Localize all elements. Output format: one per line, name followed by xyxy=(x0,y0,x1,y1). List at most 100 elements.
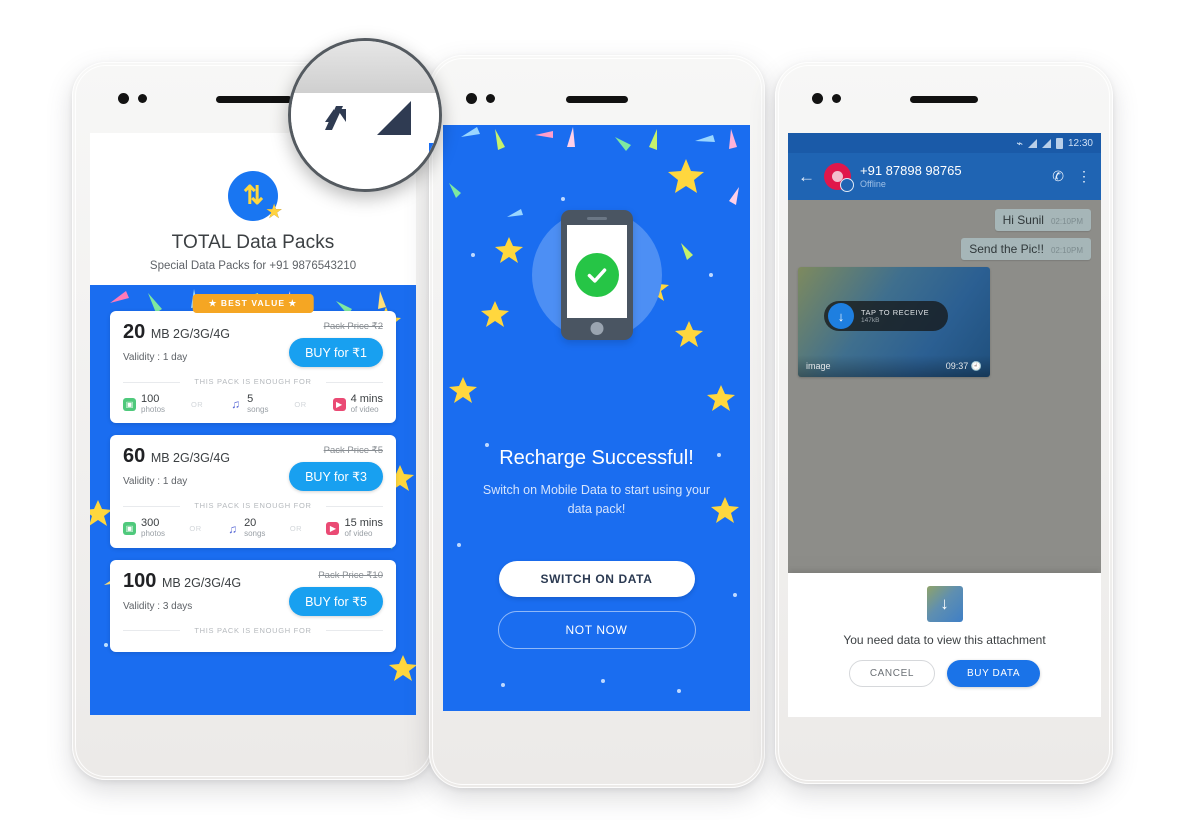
message-text: Send the Pic!! xyxy=(969,242,1044,256)
back-arrow-icon[interactable]: ← xyxy=(798,167,815,187)
music-note-icon: ♫ xyxy=(228,521,238,536)
clock-icon: 🕘 xyxy=(970,360,982,371)
magnifier-blue-edge xyxy=(429,143,439,189)
pack-card[interactable]: 60 MB 2G/3G/4G Validity : 1 day Pack Pri… xyxy=(110,435,396,548)
pack-card[interactable]: 100 MB 2G/3G/4G Validity : 3 days Pack P… xyxy=(110,559,396,652)
magnifier-bezel-region xyxy=(291,41,439,93)
music-note-icon: ♫ xyxy=(231,397,241,412)
phone-success-check-icon xyxy=(560,210,633,340)
sheet-message: You need data to view this attachment xyxy=(843,633,1046,647)
chat-bubble: Send the Pic!! 02:10PM xyxy=(961,238,1091,260)
pack-card[interactable]: 20 MB 2G/3G/4G Validity : 1 day Pack Pri… xyxy=(110,311,396,424)
hero-phone-home-button xyxy=(590,322,603,335)
contact-number: +91 87898 98765 xyxy=(860,163,962,179)
star-badge-glyph: ★ xyxy=(265,201,283,223)
data-transfer-star-icon: ⇅ ★ xyxy=(228,171,283,223)
page-subtitle: Special Data Packs for +91 9876543210 xyxy=(149,260,357,272)
attachment-footer: image 09:37 🕘 xyxy=(798,355,990,377)
success-hero xyxy=(443,125,750,455)
front-camera-dots-mid xyxy=(466,93,495,104)
usage-amount: 5 xyxy=(247,393,254,405)
usage-item-photos: ▣ 300 photos xyxy=(123,518,165,538)
buy-button[interactable]: BUY for ₹5 xyxy=(289,586,383,616)
chat-header-actions: ✆ ⋮ xyxy=(1052,168,1091,185)
or-separator: OR xyxy=(289,524,303,534)
image-attachment[interactable]: ↓ TAP TO RECEIVE 147kB image 09:37 🕘 xyxy=(798,267,990,377)
attachment-size: 147kB xyxy=(861,317,880,325)
or-separator: OR xyxy=(294,399,307,409)
enough-for-label: THIS PACK IS ENOUGH FOR xyxy=(123,377,383,386)
usage-row: ▣ 300 photos OR ♫ 20 songs OR ▶ 15 mins … xyxy=(123,518,383,538)
attachment-time: 09:37 🕘 xyxy=(945,360,982,371)
usage-label: songs xyxy=(247,404,269,414)
hero-phone-earpiece xyxy=(586,217,607,220)
best-value-badge: ★ BEST VALUE ★ xyxy=(192,294,314,313)
success-check-icon xyxy=(574,253,619,297)
tap-to-receive-label: TAP TO RECEIVE xyxy=(861,307,930,317)
usage-label: of video xyxy=(350,404,379,414)
usage-label: photos xyxy=(141,528,166,538)
not-now-button[interactable]: NOT NOW xyxy=(497,611,696,649)
enough-for-label: THIS PACK IS ENOUGH FOR xyxy=(123,501,383,510)
switch-on-data-button[interactable]: SWITCH ON DATA xyxy=(498,561,695,597)
bluetooth-off-icon: ⌁ xyxy=(1016,137,1023,150)
usage-label: songs xyxy=(244,528,266,538)
tap-to-receive-button[interactable]: ↓ TAP TO RECEIVE 147kB xyxy=(824,301,948,331)
message-meta: 02:10PM xyxy=(1050,246,1083,255)
usage-label: photos xyxy=(141,404,166,414)
usage-amount: 4 mins xyxy=(350,393,383,405)
message-text: Hi Sunil xyxy=(1002,213,1044,227)
earpiece-speaker-left xyxy=(216,96,292,103)
usage-amount: 100 xyxy=(141,393,160,405)
pack-size: 60 MB 2G/3G/4G xyxy=(123,445,231,468)
chat-header: ← +91 87898 98765 Offline ✆ ⋮ xyxy=(788,153,1101,200)
earpiece-speaker-right xyxy=(910,96,978,103)
photo-icon: ▣ xyxy=(123,397,136,411)
poster-stage: ⇅ ★ TOTAL Data Packs Special Data Packs … xyxy=(0,0,1180,820)
pack-validity: Validity : 1 day xyxy=(123,352,188,363)
magnifier-status-icons xyxy=(291,93,439,143)
chat-message-list: Hi Sunil 02:10PM Send the Pic!! 02:10PM … xyxy=(788,200,1101,556)
download-arrow-icon: ↓ xyxy=(926,586,963,622)
buy-data-bottom-sheet: ↓ You need data to view this attachment … xyxy=(788,573,1101,717)
success-subtitle: Switch on Mobile Data to start using you… xyxy=(482,483,711,517)
screen-recharge-success: Recharge Successful! Switch on Mobile Da… xyxy=(443,125,750,711)
phone-call-icon[interactable]: ✆ xyxy=(1052,168,1064,185)
attachment-caption: image xyxy=(806,361,831,371)
success-title: Recharge Successful! xyxy=(499,447,694,469)
contact-avatar-icon[interactable] xyxy=(824,163,854,192)
buy-button[interactable]: BUY for ₹3 xyxy=(289,462,383,492)
front-camera-dots-left xyxy=(118,93,147,104)
usage-item-photos: ▣ 100 photos xyxy=(123,393,166,414)
pack-validity: Validity : 3 days xyxy=(123,600,193,612)
pack-original-price: Pack Price ₹5 xyxy=(323,445,383,457)
usage-item-songs: ♫ 20 songs xyxy=(226,518,265,538)
pack-cards-container: 20 MB 2G/3G/4G Validity : 1 day Pack Pri… xyxy=(110,311,396,664)
enough-for-label: THIS PACK IS ENOUGH FOR xyxy=(123,626,383,635)
mobile-data-off-icon xyxy=(325,106,346,130)
screen-data-packs: ⇅ ★ TOTAL Data Packs Special Data Packs … xyxy=(90,133,416,715)
or-separator: OR xyxy=(190,399,204,409)
buy-data-button[interactable]: BUY DATA xyxy=(947,660,1041,687)
usage-item-video: ▶ 4 mins of video xyxy=(332,393,383,414)
pack-unit: MB 2G/3G/4G xyxy=(161,575,242,590)
pack-original-price: Pack Price ₹2 xyxy=(323,321,383,332)
or-separator: OR xyxy=(189,524,202,534)
buy-button[interactable]: BUY for ₹1 xyxy=(289,338,383,367)
signal-bars-icon xyxy=(1041,138,1051,148)
screen-chat-attachment: ⌁ 12:30 ← +91 87898 98765 Offline ✆ ⋮ Hi… xyxy=(788,133,1101,717)
signal-bars-icon xyxy=(377,101,411,135)
data-arrows-glyph: ⇅ xyxy=(243,181,264,210)
photo-icon: ▣ xyxy=(123,522,136,536)
overflow-menu-icon[interactable]: ⋮ xyxy=(1077,168,1091,185)
avatar-status-badge xyxy=(840,178,854,192)
usage-row: ▣ 100 photos OR ♫ 5 songs OR ▶ 4 mins of… xyxy=(123,393,383,414)
pack-size: 100 MB 2G/3G/4G xyxy=(123,569,242,592)
contact-presence: Offline xyxy=(860,178,886,189)
cancel-button[interactable]: CANCEL xyxy=(848,660,935,687)
pack-validity: Validity : 1 day xyxy=(123,476,188,488)
magnifier-callout xyxy=(288,38,442,192)
packs-list-region: ★ BEST VALUE ★ 20 MB 2G/3G/4G Validity :… xyxy=(90,285,416,715)
android-status-bar: ⌁ 12:30 xyxy=(788,133,1101,153)
chat-bubble: Hi Sunil 02:10PM xyxy=(994,209,1091,231)
